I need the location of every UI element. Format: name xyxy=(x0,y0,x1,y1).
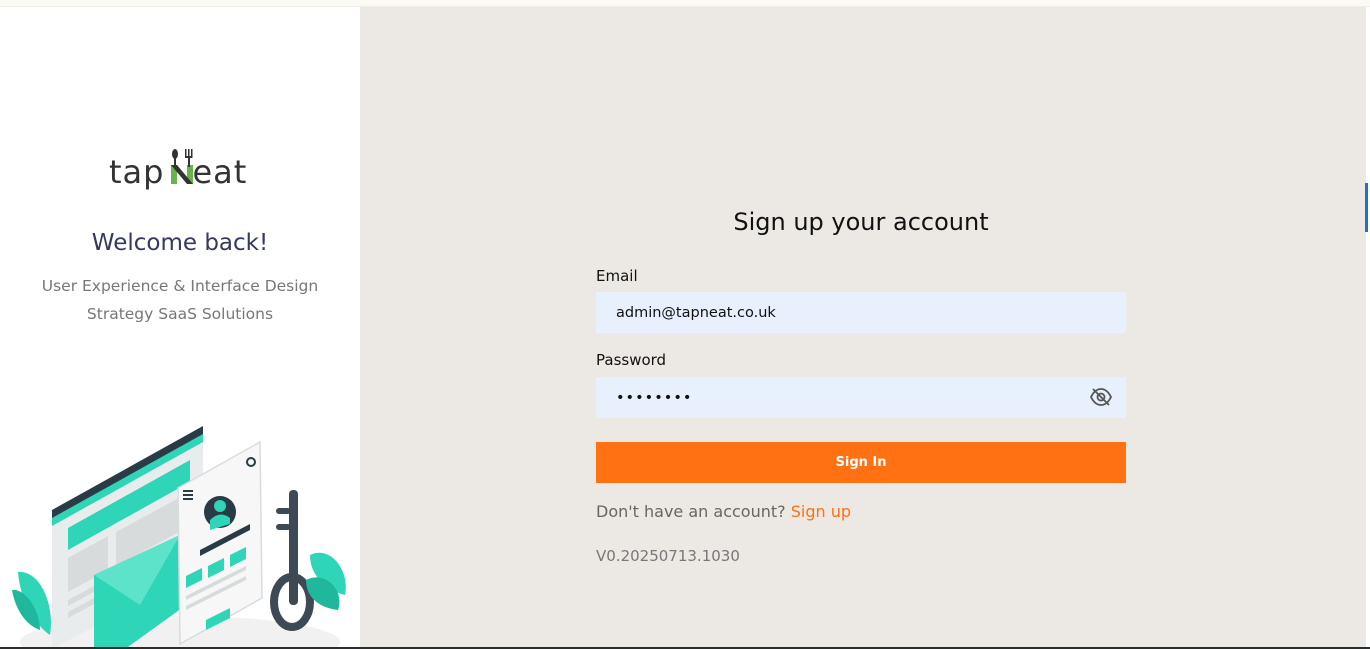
no-account-text: Don't have an account? xyxy=(596,502,786,521)
tagline: User Experience & Interface Design Strat… xyxy=(0,272,360,328)
sign-up-link[interactable]: Sign up xyxy=(791,502,851,521)
version-label: V0.20250713.1030 xyxy=(596,547,740,565)
tapneat-logo: tap eat xyxy=(109,145,259,193)
logo-text-right: eat xyxy=(192,153,248,191)
tagline-line-1: User Experience & Interface Design xyxy=(41,277,319,295)
password-label: Password xyxy=(596,351,667,369)
email-label: Email xyxy=(596,267,638,285)
logo-text-left: tap xyxy=(109,153,165,191)
scrollbar-track xyxy=(1366,7,1370,649)
browser-top-strip xyxy=(0,0,1370,7)
email-input[interactable] xyxy=(596,292,1126,333)
form-title: Sign up your account xyxy=(733,208,989,236)
sign-in-button[interactable]: Sign In xyxy=(596,442,1126,483)
password-input[interactable] xyxy=(596,377,1126,418)
eye-slash-icon[interactable] xyxy=(1089,387,1113,407)
tagline-line-2: Strategy SaaS Solutions xyxy=(86,305,274,323)
scrollbar-thumb[interactable] xyxy=(1365,183,1368,232)
login-security-illustration xyxy=(12,426,346,649)
welcome-heading: Welcome back! xyxy=(91,230,269,256)
no-account-prompt: Don't have an account? Sign up xyxy=(596,502,851,521)
fork-spoon-n-logo-icon xyxy=(171,149,193,184)
